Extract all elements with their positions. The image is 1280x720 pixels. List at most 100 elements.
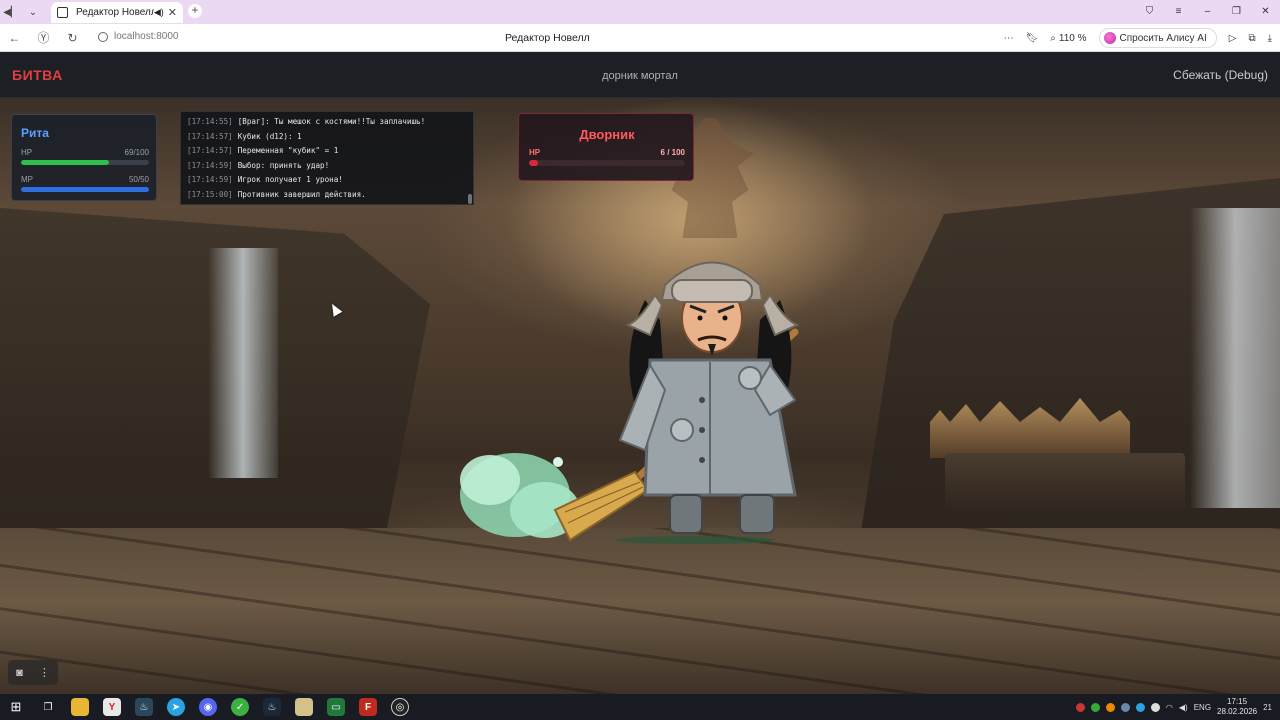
enemy-janitor-sprite[interactable] — [450, 240, 810, 545]
enemy-hp-value: 6 / 100 — [660, 148, 685, 157]
back-icon[interactable]: ← — [0, 31, 29, 45]
log-message: Выбор: принять удар! — [237, 160, 330, 170]
reader-icon[interactable]: ▷ — [1229, 33, 1237, 44]
steam-alt-icon[interactable]: ♨ — [263, 698, 281, 716]
window-close-icon[interactable]: ✕ — [1251, 0, 1280, 24]
log-timestamp: [17:14:59] — [187, 175, 233, 184]
waterfall-right — [1190, 208, 1280, 508]
log-line: [17:14:55] [Враг]: Ты мешок с костями!!Ты… — [187, 115, 467, 130]
toolbar-right: ⋯ 🔖︎ ⌕ 110 % Спросить Алису AI ▷ ⧉ ⤓ — [1004, 28, 1272, 48]
hp-value: 69/100 — [124, 148, 149, 157]
alice-button[interactable]: Спросить Алису AI — [1098, 28, 1217, 48]
minimize-icon[interactable]: – — [1193, 0, 1222, 24]
page-title: Редактор Новелл — [505, 32, 590, 44]
telegram-icon[interactable]: ➤ — [167, 698, 185, 716]
player-name: Рита — [21, 126, 49, 140]
terminal-icon[interactable]: ▭ — [327, 698, 345, 716]
log-timestamp: [17:14:57] — [187, 131, 233, 141]
menu-icon[interactable]: ≡ — [1164, 0, 1193, 24]
windows-taskbar: ⊞ ❐ Y ♨ ➤ ◉ ✓ ♨ ▭ F ◎ ◠ ◀) ENG 17:15 28.… — [0, 694, 1280, 720]
bookmark-icon[interactable]: 🔖︎ — [1026, 33, 1039, 44]
hp-bar-fill — [21, 160, 110, 165]
mp-value: 50/50 — [128, 175, 149, 184]
app-green-icon[interactable]: ✓ — [231, 698, 249, 716]
log-line: [17:14:59] Выбор: принять удар! — [187, 159, 467, 174]
yandex-icon[interactable]: Ⓨ — [29, 29, 58, 46]
screenshot-control[interactable]: ◙ ⋮ — [8, 660, 58, 685]
battle-log[interactable]: [17:14:55] [Враг]: Ты мешок с костями!!Ты… — [180, 111, 474, 205]
mp-bar — [21, 187, 149, 192]
system-tray: ◠ ◀) ENG 17:15 28.02.2026 21 — [1075, 694, 1272, 720]
tray-app-icon[interactable] — [1075, 702, 1085, 712]
log-line: [17:14:59] Игрок получает 1 урона! — [187, 173, 467, 188]
task-view-icon[interactable]: ❐ — [39, 698, 57, 716]
speaker-icon[interactable]: ◀) — [154, 7, 164, 18]
filezilla-icon[interactable]: F — [359, 698, 377, 716]
windows-start-icon[interactable]: ⊞ — [7, 698, 25, 716]
enemy-status-panel: Дворник HP 6 / 100 — [518, 113, 694, 181]
wifi-icon[interactable]: ◠ — [1166, 703, 1173, 712]
reload-icon[interactable]: ↻ — [58, 31, 87, 45]
log-lines: [17:14:55] [Враг]: Ты мешок с костями!!Ты… — [187, 115, 467, 202]
more-icon[interactable]: ⋯ — [1004, 33, 1014, 44]
scene-name: дорник мортал — [602, 70, 678, 82]
log-message: Игрок получает 1 урона! — [237, 175, 343, 184]
log-scrollbar[interactable] — [468, 194, 472, 204]
log-timestamp: [17:14:57] — [187, 146, 233, 155]
zoom-control[interactable]: ⌕ 110 % — [1050, 33, 1086, 44]
log-message: Противник завершил действия. — [237, 189, 366, 199]
yandex-browser-icon[interactable]: Y — [103, 698, 121, 716]
mp-label: MP — [21, 175, 33, 184]
window-controls: ⛉ ≡ – ❐ ✕ — [1135, 0, 1280, 24]
enemy-hp-bar-fill — [529, 160, 539, 166]
more-vertical-icon[interactable]: ⋮ — [39, 666, 50, 679]
player-status-panel: Рита HP 69/100 MP 50/50 — [11, 114, 157, 201]
obs-icon[interactable]: ◎ — [391, 698, 409, 716]
download-icon[interactable]: ⤓ — [1268, 33, 1272, 44]
tray-app-icon[interactable] — [1105, 702, 1115, 712]
background-altar — [945, 453, 1185, 513]
downloads-shield-icon[interactable]: ⛉ — [1135, 0, 1164, 24]
tab-title: Редактор Новелл — [76, 7, 154, 18]
hp-bar — [21, 160, 149, 165]
app-yellow-icon[interactable] — [295, 698, 313, 716]
tray-app-icon[interactable] — [1135, 702, 1145, 712]
alice-icon — [1103, 32, 1116, 44]
tabs-dropdown-icon[interactable]: ⌄ — [22, 0, 44, 24]
enemy-hp-bar — [529, 160, 685, 166]
log-message: Переменная "кубик" = 1 — [237, 146, 339, 155]
input-language[interactable]: ENG — [1194, 703, 1211, 712]
enemy-hp-label: HP — [529, 148, 541, 157]
enemy-name: Дворник — [579, 127, 635, 142]
notifications-badge[interactable]: 21 — [1263, 703, 1272, 712]
zoom-level: 110 % — [1058, 32, 1087, 44]
tray-app-icon[interactable] — [1120, 702, 1130, 712]
file-explorer-icon[interactable] — [71, 698, 89, 716]
extensions-icon[interactable]: ⧉ — [1248, 33, 1255, 44]
log-line: [17:14:57] Переменная "кубик" = 1 — [187, 144, 467, 159]
clock[interactable]: 17:15 28.02.2026 — [1217, 697, 1257, 717]
log-timestamp: [17:14:59] — [187, 160, 233, 170]
tab-menu-icon[interactable]: ◀▏ — [0, 0, 22, 24]
zoom-icon: ⌕ — [1050, 32, 1056, 44]
discord-icon[interactable]: ◉ — [199, 698, 217, 716]
url-field[interactable]: localhost:8000 — [98, 31, 179, 42]
tab-favicon-icon — [57, 7, 68, 18]
close-icon[interactable]: ✕ — [168, 6, 177, 19]
flee-debug-button[interactable]: Сбежать (Debug) — [1173, 68, 1268, 82]
log-message: [Враг]: Ты мешок с костями!!Ты заплачишь… — [237, 117, 426, 126]
log-line: [17:15:00] Противник завершил действия. — [187, 188, 467, 203]
new-tab-plus-icon[interactable]: + — [188, 4, 202, 18]
browser-tabstrip: ◀▏ ⌄ Редактор Новелл ◀) ✕ + ⛉ ≡ – ❐ ✕ — [0, 0, 1280, 24]
tray-app-icon[interactable] — [1090, 702, 1100, 712]
volume-icon[interactable]: ◀) — [1179, 703, 1188, 712]
globe-icon — [98, 31, 108, 42]
log-line: [17:14:57] Кубик (d12): 1 — [187, 130, 467, 145]
waterfall-left — [208, 248, 278, 478]
camera-icon[interactable]: ◙ — [16, 667, 23, 679]
browser-tab[interactable]: Редактор Новелл ◀) ✕ — [51, 2, 183, 23]
url-text: localhost:8000 — [114, 31, 179, 42]
steam-icon[interactable]: ♨ — [135, 698, 153, 716]
restore-icon[interactable]: ❐ — [1222, 0, 1251, 24]
tray-app-icon[interactable] — [1150, 702, 1160, 712]
